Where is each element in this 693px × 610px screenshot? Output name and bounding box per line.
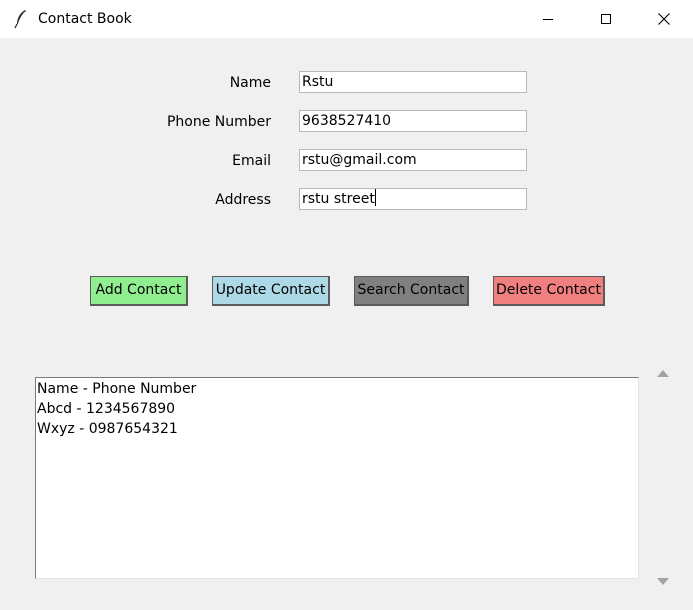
close-button[interactable]: [635, 0, 693, 38]
add-contact-button[interactable]: Add Contact: [90, 276, 188, 306]
address-input-value: rstu street: [302, 191, 375, 207]
email-input[interactable]: rstu@gmail.com: [299, 149, 527, 171]
address-label: Address: [215, 192, 271, 208]
window-title: Contact Book: [38, 11, 132, 27]
maximize-icon: [601, 14, 611, 24]
vertical-scrollbar[interactable]: [651, 364, 675, 592]
contact-listbox[interactable]: Name - Phone Number Abcd - 1234567890 Wx…: [35, 377, 639, 579]
list-item[interactable]: Name - Phone Number: [37, 379, 638, 399]
delete-contact-button[interactable]: Delete Contact: [493, 276, 605, 306]
close-icon: [658, 13, 670, 25]
contact-book-window: Contact Book Name Rstu Phone Number 9638…: [0, 0, 693, 610]
update-contact-button[interactable]: Update Contact: [212, 276, 330, 306]
name-label: Name: [229, 75, 271, 91]
title-bar[interactable]: Contact Book: [0, 0, 693, 38]
name-input-value: Rstu: [302, 74, 334, 90]
text-cursor: [374, 189, 376, 206]
name-input[interactable]: Rstu: [299, 71, 527, 93]
scroll-down-icon[interactable]: [657, 578, 669, 585]
minimize-button[interactable]: [519, 0, 577, 38]
phone-number-label: Phone Number: [166, 114, 271, 130]
phone-number-input[interactable]: 9638527410: [299, 110, 527, 132]
email-input-value: rstu@gmail.com: [302, 152, 417, 168]
scroll-up-icon[interactable]: [657, 370, 669, 377]
search-contact-button[interactable]: Search Contact: [354, 276, 469, 306]
maximize-button[interactable]: [577, 0, 635, 38]
minimize-icon: [543, 19, 553, 20]
list-item[interactable]: Wxyz - 0987654321: [37, 419, 638, 439]
list-item[interactable]: Abcd - 1234567890: [37, 399, 638, 419]
feather-icon: [14, 10, 26, 29]
address-input[interactable]: rstu street: [299, 188, 527, 210]
email-label: Email: [232, 153, 271, 169]
phone-number-input-value: 9638527410: [302, 113, 392, 129]
